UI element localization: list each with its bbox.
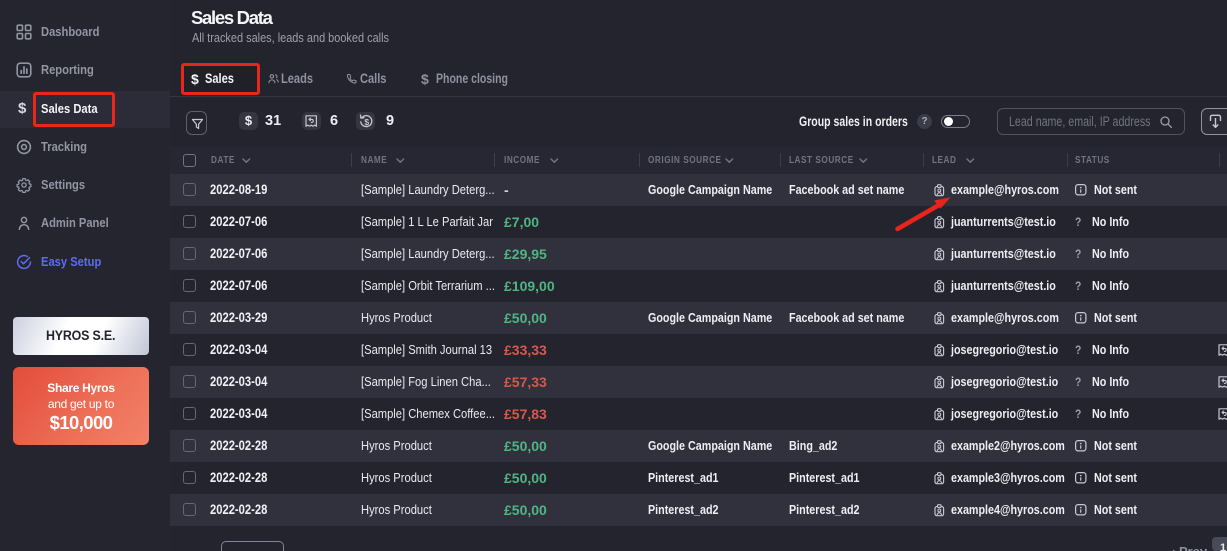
svg-text:$: $	[364, 117, 369, 127]
